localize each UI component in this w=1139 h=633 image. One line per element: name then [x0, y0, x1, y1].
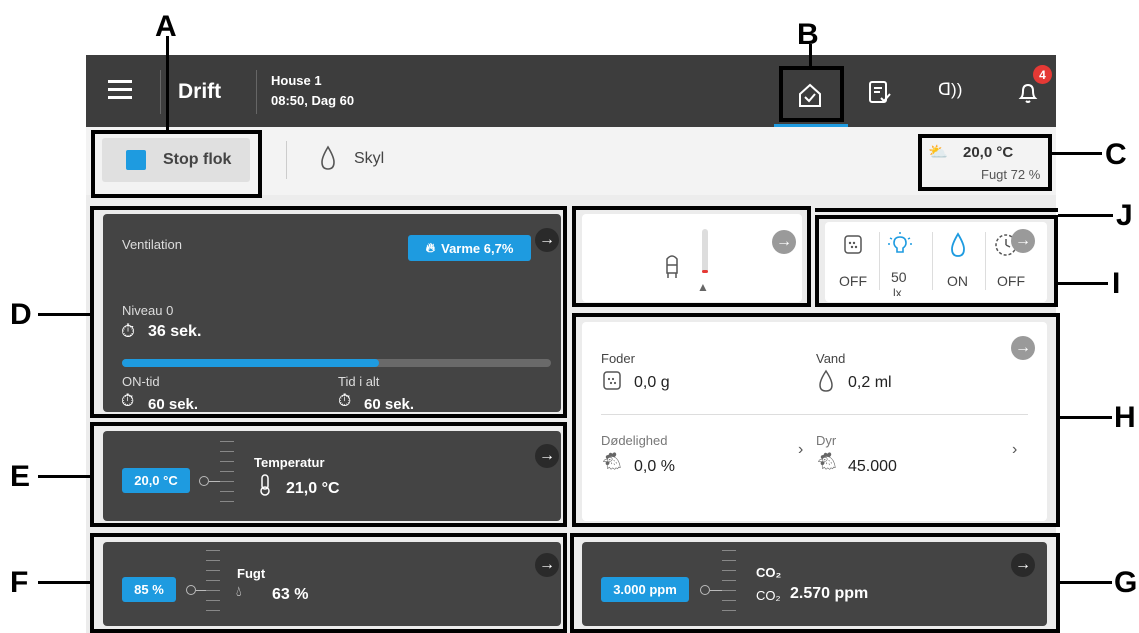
- callout-frame-d: [90, 206, 567, 418]
- callout-f: F: [10, 566, 29, 599]
- callout-frame-e: [90, 422, 567, 527]
- callout-line-d: [38, 313, 92, 316]
- callout-h: H: [1114, 401, 1136, 434]
- callout-a: A: [155, 10, 177, 43]
- callout-g: G: [1114, 566, 1138, 599]
- title-divider: [256, 70, 257, 114]
- callout-c: C: [1105, 138, 1127, 171]
- active-tab-indicator: [774, 124, 848, 127]
- menu-divider: [160, 70, 161, 114]
- callout-frame-h: [572, 313, 1060, 527]
- callout-line-g: [1058, 581, 1112, 584]
- rinse-button[interactable]: Skyl: [318, 144, 428, 176]
- time-day: 08:50, Dag 60: [271, 93, 355, 108]
- callout-frame-i: [815, 215, 1058, 307]
- callout-frame-a: [91, 130, 262, 198]
- callout-line-f: [38, 581, 92, 584]
- callout-frame-b: [779, 66, 844, 122]
- callout-frame-g: [570, 533, 1060, 633]
- callout-line-e: [38, 475, 92, 478]
- water-drop-icon: [321, 145, 335, 170]
- toolbar-divider: [286, 141, 287, 179]
- top-bar: [86, 55, 1056, 127]
- bell-icon[interactable]: [1016, 80, 1040, 106]
- callout-e: E: [10, 460, 31, 493]
- notification-badge: 4: [1033, 65, 1052, 84]
- rinse-label: Skyl: [354, 150, 385, 167]
- callout-i: I: [1112, 267, 1121, 300]
- callout-d: D: [10, 298, 32, 331]
- menu-icon[interactable]: [108, 80, 132, 100]
- callout-line-h: [1058, 416, 1112, 419]
- house-name: House 1: [271, 73, 322, 88]
- callout-frame-c: [918, 134, 1052, 191]
- report-icon[interactable]: [868, 80, 892, 106]
- callout-line-c: [1052, 152, 1102, 155]
- callout-b: B: [797, 18, 819, 51]
- page-title: Drift: [178, 80, 222, 103]
- callout-frame-j-top: [815, 208, 1058, 212]
- callout-line-j: [1058, 214, 1113, 217]
- callout-frame-f: [90, 533, 567, 633]
- callout-line-i: [1058, 282, 1108, 285]
- callout-j: J: [1116, 199, 1133, 232]
- callout-line-a: [166, 36, 169, 132]
- signal-icon[interactable]: ᗡ)): [938, 80, 962, 100]
- callout-frame-j: [572, 206, 811, 307]
